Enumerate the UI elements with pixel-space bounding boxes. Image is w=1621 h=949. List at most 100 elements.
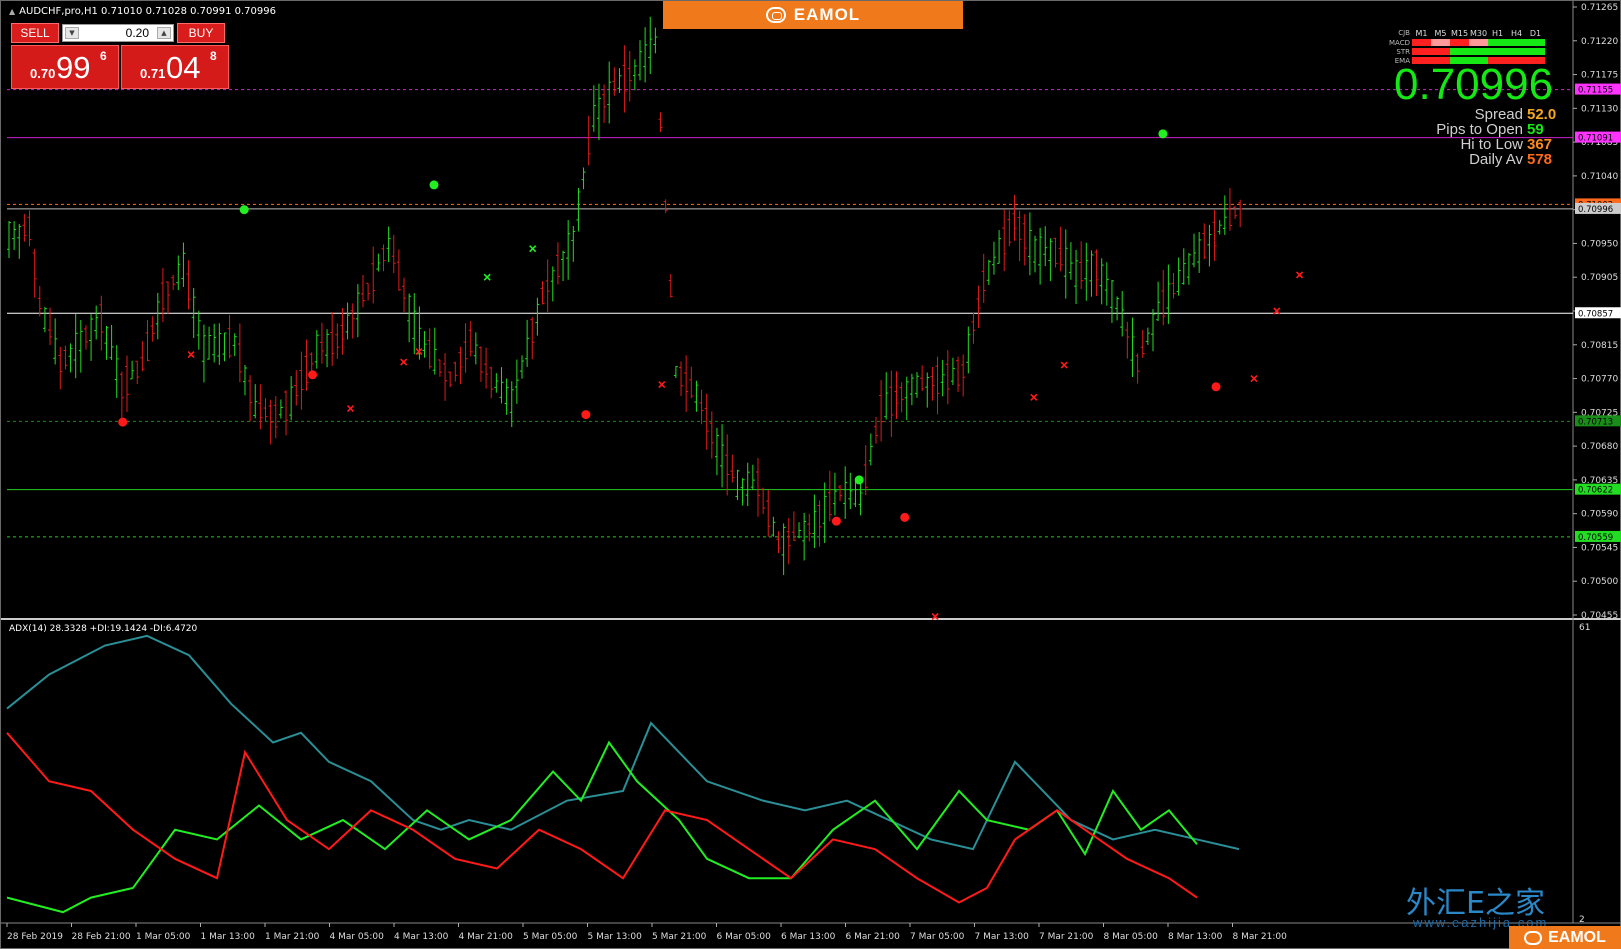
signal-column-header: M15 xyxy=(1450,29,1469,38)
lot-size-field[interactable]: ▼ ▲ xyxy=(62,24,174,42)
signal-row: MACD xyxy=(1384,39,1554,47)
brand-banner: EAMOL xyxy=(663,1,963,29)
signal-cell xyxy=(1412,39,1431,46)
price-chart-canvas[interactable]: 0.712650.712200.711750.711300.710850.710… xyxy=(1,1,1621,949)
time-tick-label: 8 Mar 21:00 xyxy=(1233,932,1288,942)
price-tick-label: 0.70950 xyxy=(1581,239,1618,249)
buy-price-fraction: 8 xyxy=(210,49,217,63)
price-tick-label: 0.71040 xyxy=(1581,172,1618,182)
signal-dot-marker xyxy=(831,516,841,526)
signal-dot-marker xyxy=(118,417,128,427)
symbol-dropdown-icon[interactable]: ▲ xyxy=(9,7,15,16)
signal-cell xyxy=(1507,48,1526,55)
time-tick-label: 7 Mar 13:00 xyxy=(975,932,1030,942)
signal-column-header: H4 xyxy=(1510,29,1523,38)
price-level-badge-label: 0.70559 xyxy=(1578,533,1613,543)
signal-row: STR xyxy=(1384,48,1554,56)
daily-average-label: Daily Av xyxy=(1469,151,1523,168)
time-tick-label: 4 Mar 13:00 xyxy=(394,932,449,942)
signal-column-header: M1 xyxy=(1415,29,1428,38)
chart-window: 0.71265 0.71220 0.71175 0.71130 0.71085 0.710… xyxy=(0,0,1621,949)
price-tick-label: 0.70455 xyxy=(1581,611,1618,621)
time-tick-label: 7 Mar 21:00 xyxy=(1039,932,1094,942)
brand-banner-text: EAMOL xyxy=(793,5,861,24)
sell-price-prefix: 0.70 xyxy=(30,66,56,81)
signal-column-header: CJB xyxy=(1398,29,1410,37)
signal-column-header: M5 xyxy=(1434,29,1447,38)
price-tick-label: 0.71130 xyxy=(1581,104,1618,114)
signal-cell xyxy=(1431,39,1450,46)
signal-cell xyxy=(1469,48,1488,55)
signal-dot-marker xyxy=(581,410,591,420)
time-tick-label: 1 Mar 13:00 xyxy=(201,932,256,942)
buy-price-tile[interactable]: 0.71 04 8 xyxy=(121,45,229,89)
symbol-title: ▲ AUDCHF,pro,H1 0.71010 0.71028 0.70991 0… xyxy=(9,6,276,17)
adx-scale-max: 61 xyxy=(1579,623,1591,633)
price-level-badge-label: 0.71155 xyxy=(1578,86,1613,96)
price-level-badge-label: 0.70622 xyxy=(1578,486,1613,496)
signal-cell xyxy=(1526,48,1545,55)
current-price: 0.70996 xyxy=(1394,60,1554,109)
signal-cell xyxy=(1526,39,1545,46)
time-tick-label: 28 Feb 21:00 xyxy=(72,932,131,942)
signal-dot-marker xyxy=(429,180,439,190)
time-tick-label: 1 Mar 21:00 xyxy=(265,932,320,942)
signal-cell xyxy=(1507,39,1526,46)
price-tick-label: 0.70680 xyxy=(1581,442,1618,452)
adx-plus-di-line xyxy=(6,740,1198,914)
time-tick-label: 4 Mar 05:00 xyxy=(330,932,385,942)
signal-dot-marker xyxy=(854,475,864,485)
price-tick-label: 0.70815 xyxy=(1581,341,1618,351)
daily-average-value: 578 xyxy=(1527,151,1553,168)
price-tick-label: 0.71220 xyxy=(1581,37,1618,47)
price-level-badge-label: 0.70857 xyxy=(1578,309,1613,319)
time-tick-label: 5 Mar 13:00 xyxy=(588,932,643,942)
signal-column-header: H1 xyxy=(1491,29,1504,38)
signal-row-label: STR xyxy=(1396,48,1410,56)
time-tick-label: 6 Mar 21:00 xyxy=(846,932,901,942)
lot-decrease-icon[interactable]: ▼ xyxy=(65,27,79,39)
adx-main-line xyxy=(6,634,1240,851)
buy-price-pips: 04 xyxy=(166,50,201,85)
price-tick-label: 0.70905 xyxy=(1581,273,1618,283)
signal-dot-marker xyxy=(900,512,910,522)
sell-price-pips: 99 xyxy=(56,50,91,85)
time-tick-label: 8 Mar 05:00 xyxy=(1104,932,1159,942)
adx-indicator-label: ADX(14) 28.3328 +DI:19.1424 -DI:6.4720 xyxy=(9,624,198,634)
time-tick-label: 5 Mar 05:00 xyxy=(523,932,578,942)
eamol-corner-logo-icon xyxy=(1524,931,1543,945)
sell-price-fraction: 6 xyxy=(100,49,107,63)
signal-cell xyxy=(1450,48,1469,55)
lot-increase-icon[interactable]: ▲ xyxy=(157,27,171,39)
signal-column-header: M30 xyxy=(1469,29,1488,38)
signal-dot-marker xyxy=(1158,129,1168,139)
signal-dot-marker xyxy=(1211,382,1221,392)
brand-corner-text: EAMOL xyxy=(1548,929,1606,946)
buy-button[interactable]: BUY xyxy=(177,23,225,43)
time-tick-label: 1 Mar 05:00 xyxy=(136,932,191,942)
sell-button[interactable]: SELL xyxy=(11,23,59,43)
time-tick-label: 8 Mar 13:00 xyxy=(1168,932,1223,942)
signal-column-header: D1 xyxy=(1529,29,1542,38)
buy-price-prefix: 0.71 xyxy=(140,66,166,81)
signal-cell xyxy=(1412,48,1431,55)
daily-average-stat: Daily Av 578 xyxy=(1381,152,1557,168)
time-tick-label: 6 Mar 13:00 xyxy=(781,932,836,942)
price-tick-label: 0.70545 xyxy=(1581,543,1618,553)
time-tick-label: 5 Mar 21:00 xyxy=(652,932,707,942)
price-level-badge-label: 0.71091 xyxy=(1578,134,1613,144)
signal-cell xyxy=(1488,39,1507,46)
signal-row-label: MACD xyxy=(1389,39,1410,47)
time-tick-label: 28 Feb 2019 xyxy=(7,932,63,942)
price-tick-label: 0.71175 xyxy=(1581,71,1618,81)
time-tick-label: 6 Mar 05:00 xyxy=(717,932,772,942)
sell-price-tile[interactable]: 0.70 99 6 xyxy=(11,45,119,89)
price-tick-label: 0.71265 xyxy=(1581,3,1618,13)
signal-cell xyxy=(1450,39,1469,46)
time-tick-label: 7 Mar 05:00 xyxy=(910,932,965,942)
one-click-trade-panel: SELL ▼ ▲ BUY 0.70 99 6 0.71 04 8 xyxy=(9,23,229,89)
signal-dot-marker xyxy=(239,205,249,215)
adx-scale-min: 2 xyxy=(1579,915,1585,925)
signal-dot-marker xyxy=(308,370,318,380)
lot-size-input[interactable] xyxy=(83,25,149,41)
